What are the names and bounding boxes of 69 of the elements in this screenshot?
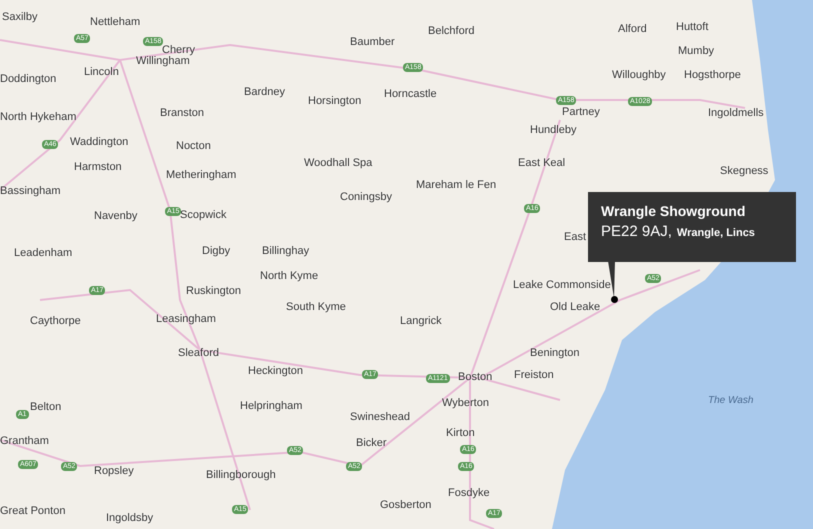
place-label: Metheringham: [166, 170, 236, 181]
place-label: Billinghay: [262, 246, 310, 257]
place-label: Ruskington: [186, 286, 242, 297]
place-label: Nettleham: [90, 17, 140, 28]
callout-title: Wrangle Showground: [601, 204, 746, 218]
place-label: Harmston: [74, 162, 122, 173]
place-label: Coningsby: [340, 192, 392, 203]
place-label: Freiston: [514, 370, 554, 381]
place-label: Leake Commonside: [513, 280, 611, 291]
place-label: Swineshead: [350, 412, 410, 423]
place-label: Sleaford: [178, 348, 219, 359]
place-label: Hundleby: [530, 125, 576, 136]
place-label: Boston: [458, 372, 492, 383]
place-label: Ropsley: [94, 466, 134, 477]
place-label: Waddington: [70, 137, 128, 148]
place-label: Bicker: [356, 438, 387, 449]
place-label: Billingborough: [206, 470, 276, 481]
place-label: Partney: [562, 107, 600, 118]
place-label: Caythorpe: [30, 316, 81, 327]
place-label: Bassingham: [0, 186, 61, 197]
place-label: Helpringham: [240, 401, 302, 412]
callout-postcode: PE22 9AJ,: [601, 224, 672, 239]
sea-label: The Wash: [708, 394, 754, 408]
place-label: Leasingham: [156, 314, 216, 325]
place-label: Scopwick: [180, 210, 226, 221]
location-pin-icon: [611, 296, 618, 303]
place-label: Great Ponton: [0, 506, 66, 517]
place-label: North Hykeham: [0, 112, 76, 123]
place-label: Skegness: [720, 166, 768, 177]
place-label: Mareham le Fen: [416, 180, 496, 191]
place-label: Mumby: [678, 46, 714, 57]
place-label: Ingoldmells: [708, 108, 764, 119]
place-label: Old Leake: [550, 302, 600, 313]
place-label: Ingoldsby: [106, 513, 154, 524]
place-label: Fosdyke: [448, 488, 490, 499]
place-label: Hogsthorpe: [684, 70, 741, 81]
place-label: Baumber: [350, 37, 395, 48]
place-label: Alford: [618, 24, 647, 35]
place-label: Navenby: [94, 211, 138, 222]
place-label: Nocton: [176, 141, 211, 152]
place-label: South Kyme: [286, 302, 346, 313]
place-label: Cherry: [162, 45, 196, 56]
place-label: East Keal: [518, 158, 566, 169]
place-label: Belchford: [428, 26, 474, 37]
place-label: Benington: [530, 348, 580, 359]
place-label: Bardney: [244, 87, 285, 98]
place-label: Langrick: [400, 316, 442, 327]
callout-locality: Wrangle, Lincs: [676, 228, 755, 239]
place-label: Gosberton: [380, 500, 432, 511]
place-label: Willingham: [136, 56, 190, 67]
place-label: Grantham: [0, 436, 49, 447]
place-label: Leadenham: [14, 248, 72, 259]
place-label: Saxilby: [2, 12, 38, 23]
place-label: Heckington: [248, 366, 304, 377]
place-label: Lincoln: [84, 67, 119, 78]
place-label: Horncastle: [384, 89, 437, 100]
place-label: North Kyme: [260, 271, 318, 282]
map[interactable]: [0, 0, 813, 529]
place-label: Willoughby: [612, 70, 666, 81]
place-label: Digby: [202, 246, 230, 257]
place-label: East: [564, 232, 586, 243]
place-label: Kirton: [446, 428, 475, 439]
place-label: Belton: [30, 402, 62, 413]
place-label: Huttoft: [676, 22, 708, 33]
place-label: Wyberton: [442, 398, 489, 409]
place-label: Doddington: [0, 74, 56, 85]
place-label: Horsington: [308, 96, 362, 107]
place-label: Woodhall Spa: [304, 158, 372, 169]
place-label: Branston: [160, 108, 204, 119]
